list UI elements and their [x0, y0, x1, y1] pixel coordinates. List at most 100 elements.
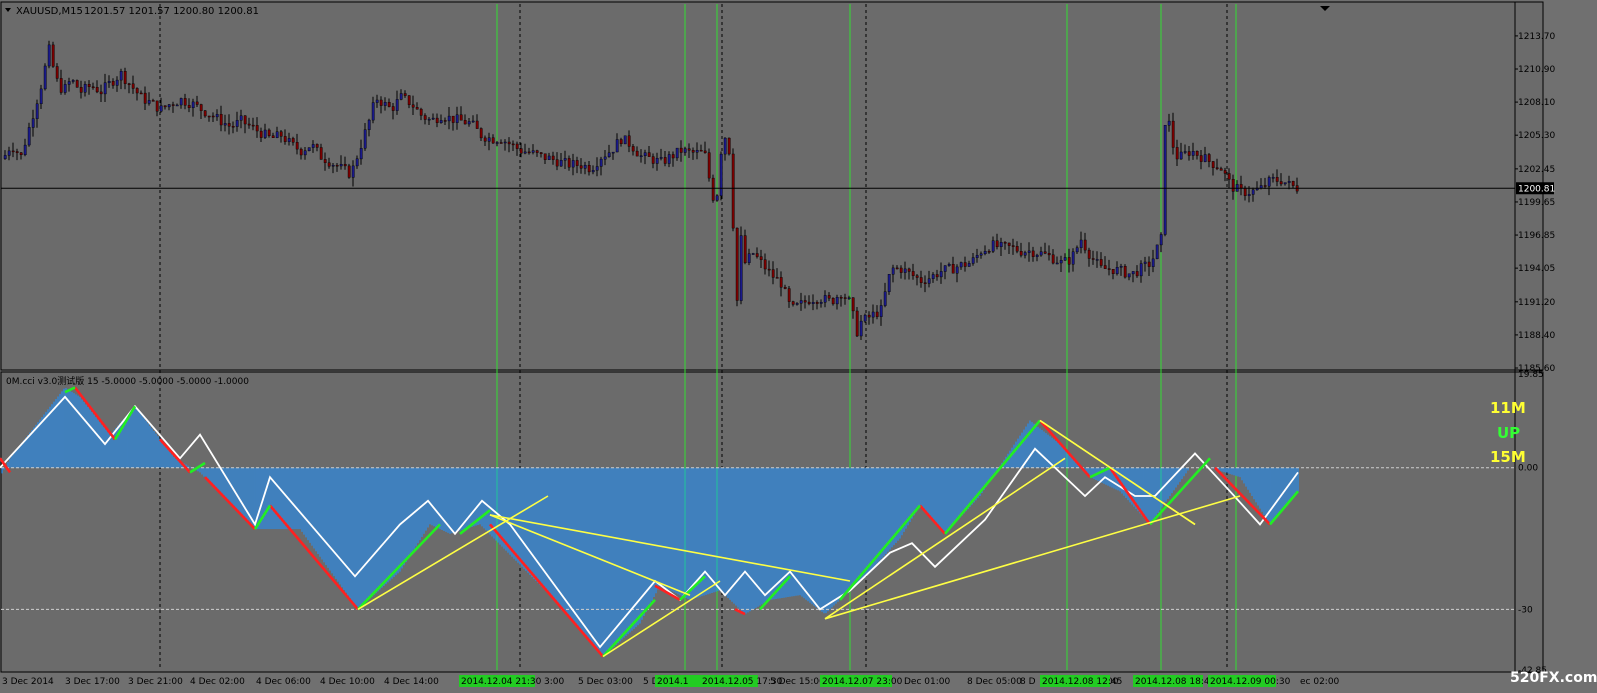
time-tick-label: Dec 01:00 — [904, 677, 950, 687]
candle-body — [67, 81, 71, 85]
candle-body — [351, 165, 355, 178]
candle-body — [783, 287, 787, 289]
candle-body — [1139, 263, 1143, 277]
candle-body — [791, 301, 795, 305]
candle-body — [971, 257, 975, 264]
candle-body — [559, 159, 563, 167]
candle-body — [371, 102, 375, 121]
candle-body — [923, 282, 927, 284]
candle-body — [679, 147, 683, 153]
candle-body — [639, 155, 643, 158]
candle-body — [223, 123, 227, 126]
candle-body — [727, 137, 731, 155]
candle-body — [83, 83, 87, 93]
price-tick-label: 1208.10 — [1518, 98, 1555, 108]
candle-body — [695, 149, 699, 153]
candle-body — [531, 150, 535, 153]
candle-body — [487, 137, 491, 142]
candle-body — [187, 105, 191, 109]
candle-body — [1155, 244, 1159, 259]
candle-body — [839, 297, 843, 299]
candle-body — [831, 298, 835, 305]
candle-body — [435, 117, 439, 123]
candle-body — [735, 227, 739, 301]
candle-body — [1039, 251, 1043, 256]
candle-body — [427, 118, 431, 121]
candle-body — [323, 159, 327, 163]
candle-body — [619, 139, 623, 145]
candle-body — [479, 128, 483, 139]
candle-body — [275, 131, 279, 138]
candle-body — [1187, 151, 1191, 156]
candle-body — [1127, 273, 1131, 278]
candle-body — [851, 297, 855, 312]
candle-body — [667, 154, 671, 164]
candle-body — [87, 83, 91, 87]
candle-body — [627, 135, 631, 147]
candle-body — [1143, 261, 1147, 264]
candle-body — [147, 100, 151, 104]
time-tick-label: 3 Dec 17:00 — [65, 677, 120, 687]
chart-canvas[interactable]: 1213.70 1210.90 1208.10 1205.30 1202.45 1199.… — [0, 0, 1597, 689]
candle-body — [663, 157, 667, 164]
candle-body — [779, 277, 783, 288]
candle-body — [311, 144, 315, 148]
price-tick-label: 1188.40 — [1518, 331, 1555, 341]
candle-body — [151, 100, 155, 102]
candle-body — [1103, 265, 1107, 269]
candle-body — [339, 163, 343, 167]
candle-body — [871, 311, 875, 318]
candle-body — [459, 114, 463, 121]
candle-body — [403, 93, 407, 96]
candle-body — [95, 87, 99, 93]
candle-body — [1099, 259, 1103, 266]
candle-body — [927, 278, 931, 284]
candle-body — [655, 157, 659, 164]
candle-body — [155, 100, 159, 112]
candle-body — [387, 101, 391, 107]
candle-body — [1059, 260, 1063, 264]
chart-window[interactable]: 1213.70 1210.90 1208.10 1205.30 1202.45 1199.… — [0, 0, 1597, 689]
price-tick-label: 1194.05 — [1518, 264, 1555, 274]
price-tick-label: 1205.30 — [1518, 131, 1555, 141]
candle-body — [767, 268, 771, 271]
candle-body — [999, 242, 1003, 248]
candle-body — [175, 104, 179, 107]
candle-body — [1123, 266, 1127, 278]
candle-body — [475, 120, 479, 129]
candle-body — [467, 121, 471, 125]
candle-body — [255, 125, 259, 132]
candle-body — [1251, 189, 1255, 195]
candle-body — [463, 120, 467, 125]
candle-body — [291, 138, 295, 143]
candle-body — [1035, 254, 1039, 257]
candle-body — [827, 295, 831, 299]
candle-body — [179, 98, 183, 106]
candle-body — [1287, 181, 1291, 183]
candle-body — [1195, 150, 1199, 156]
candle-body — [1095, 259, 1099, 261]
candle-body — [207, 115, 211, 118]
candle-body — [987, 250, 991, 253]
candle-body — [1231, 178, 1235, 192]
candle-body — [1063, 257, 1067, 261]
candle-body — [47, 44, 51, 67]
candle-body — [951, 264, 955, 274]
main-panel-frame — [0, 1, 1544, 371]
candle-body — [35, 103, 39, 119]
candle-body — [1291, 181, 1295, 186]
candle-body — [1283, 182, 1287, 185]
candle-body — [1159, 234, 1163, 246]
candle-body — [579, 165, 583, 169]
candle-body — [231, 125, 235, 128]
candle-body — [947, 264, 951, 266]
candle-body — [995, 240, 999, 247]
candle-body — [63, 84, 67, 93]
candle-body — [743, 235, 747, 264]
candle-body — [1267, 177, 1271, 187]
candle-body — [1147, 261, 1151, 267]
candle-body — [939, 271, 943, 278]
time-tick-label: 4 Dec 14:00 — [384, 677, 439, 687]
watermark: 520FX.com — [1510, 670, 1597, 686]
candle-body — [1023, 252, 1027, 256]
